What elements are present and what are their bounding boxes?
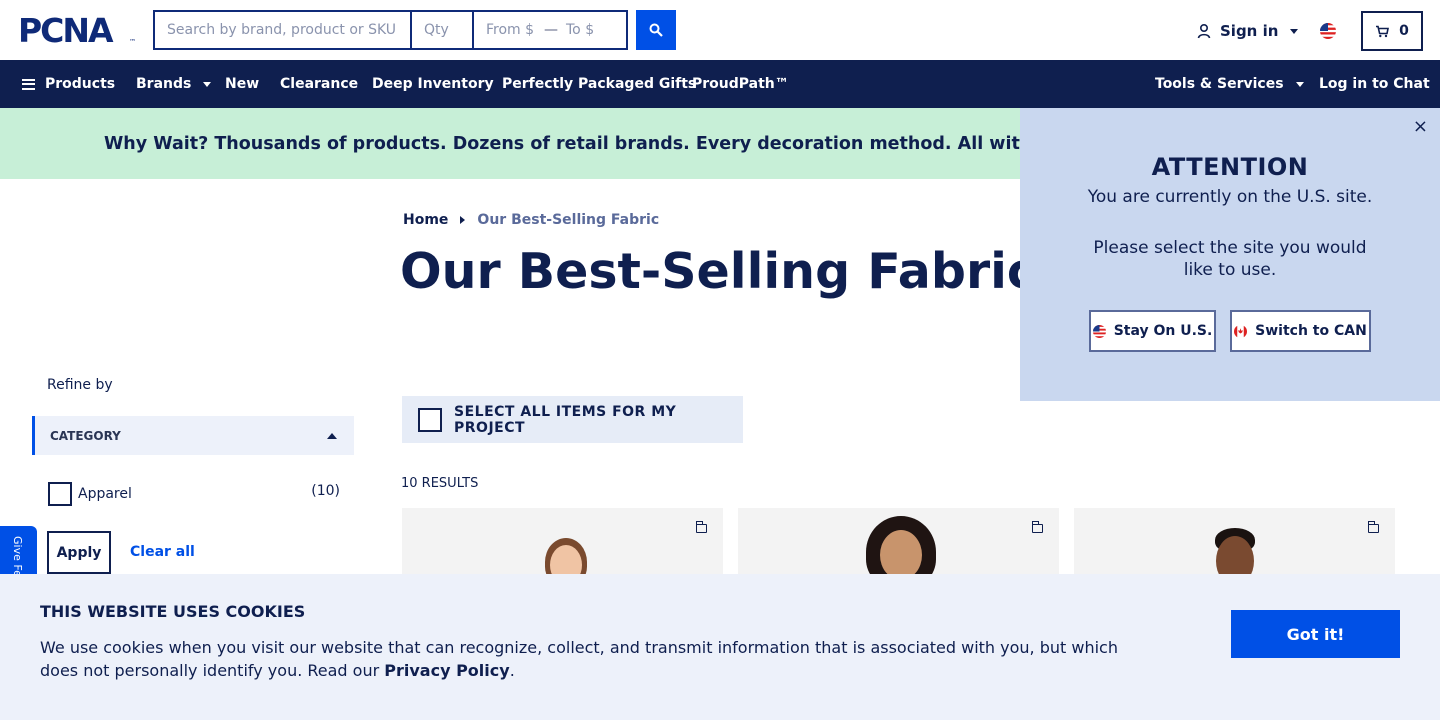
dialog-title: ATTENTION: [1151, 153, 1309, 181]
select-all-label: SELECT ALL ITEMS FOR MY PROJECT: [454, 403, 677, 436]
category-option-label: Apparel: [78, 486, 132, 502]
switch-can-button[interactable]: Switch to CAN: [1230, 310, 1371, 352]
cookie-period: .: [509, 661, 515, 680]
switch-can-label: Switch to CAN: [1255, 323, 1367, 339]
nav-brands[interactable]: Brands: [136, 60, 212, 108]
product-image: [866, 516, 936, 580]
results-count: 10 RESULTS: [401, 476, 479, 491]
nav-tools-services[interactable]: Tools & Services: [1155, 60, 1304, 108]
nav-deep-inventory[interactable]: Deep Inventory: [372, 60, 494, 108]
close-icon[interactable]: ×: [1413, 116, 1428, 137]
us-flag-icon[interactable]: [1320, 23, 1336, 39]
product-card[interactable]: [738, 508, 1059, 580]
chevron-right-icon: [460, 216, 466, 224]
header: PCNA ™ Search by brand, product or SKU Q…: [0, 0, 1440, 60]
refine-by-label: Refine by: [47, 377, 113, 393]
search-input[interactable]: Search by brand, product or SKU: [155, 12, 412, 48]
nav-new[interactable]: New: [225, 60, 259, 108]
select-all-checkbox[interactable]: [418, 407, 442, 432]
add-to-project-icon[interactable]: [1367, 521, 1379, 533]
cookie-banner: THIS WEBSITE USES COOKIES We use cookies…: [0, 574, 1440, 720]
nav-proudpath[interactable]: ProudPath™: [692, 60, 789, 108]
category-option-apparel[interactable]: Apparel (10): [48, 482, 340, 506]
chevron-up-icon: [327, 433, 337, 439]
dialog-prompt: Please select the site you would like to…: [1093, 238, 1367, 280]
feedback-label: Give Fe: [11, 536, 24, 577]
quantity-input[interactable]: Qty: [412, 12, 474, 48]
category-option-count: (10): [311, 483, 340, 499]
cookie-text: We use cookies when you visit our websit…: [40, 636, 1140, 682]
cart-button[interactable]: 0: [1361, 11, 1423, 51]
sign-in-menu[interactable]: Sign in: [1196, 20, 1299, 42]
search-form: Search by brand, product or SKU Qty From…: [153, 10, 628, 50]
site-selector-dialog: × ATTENTION You are currently on the U.S…: [1020, 108, 1440, 401]
clear-all-link[interactable]: Clear all: [130, 544, 195, 560]
chevron-down-icon: [1295, 81, 1304, 87]
logo-trademark: ™: [129, 38, 136, 46]
cart-count: 0: [1399, 23, 1409, 39]
apparel-checkbox[interactable]: [48, 482, 72, 506]
logo-text: PCNA: [18, 11, 114, 50]
hamburger-icon: [22, 78, 35, 90]
canada-flag-icon: [1234, 324, 1248, 338]
nav-tools-label: Tools & Services: [1155, 76, 1284, 92]
cookie-title: THIS WEBSITE USES COOKIES: [40, 602, 306, 621]
price-from-input[interactable]: From $: [474, 12, 536, 48]
dialog-message: You are currently on the U.S. site.: [1087, 187, 1373, 207]
apply-filters-button[interactable]: Apply: [47, 531, 111, 574]
accept-cookies-button[interactable]: Got it!: [1231, 610, 1400, 658]
search-icon: [649, 23, 663, 37]
search-button[interactable]: [636, 10, 676, 50]
breadcrumb-current: Our Best-Selling Fabric: [477, 212, 660, 228]
nav-products[interactable]: Products: [22, 60, 115, 108]
pcna-logo[interactable]: PCNA ™: [18, 14, 136, 48]
chevron-down-icon: [1290, 28, 1299, 34]
product-card[interactable]: [1074, 508, 1395, 580]
add-to-project-icon[interactable]: [695, 521, 707, 533]
breadcrumb: Home Our Best-Selling Fabric: [403, 212, 659, 228]
stay-us-label: Stay On U.S.: [1113, 323, 1213, 339]
user-icon: [1197, 23, 1211, 39]
nav-brands-label: Brands: [136, 76, 192, 92]
privacy-policy-link[interactable]: Privacy Policy: [384, 661, 509, 680]
add-to-project-icon[interactable]: [1031, 521, 1043, 533]
nav-clearance[interactable]: Clearance: [280, 60, 358, 108]
category-header-label: CATEGORY: [50, 428, 121, 443]
main-nav: Products Brands New Clearance Deep Inven…: [0, 60, 1440, 108]
breadcrumb-home[interactable]: Home: [403, 212, 448, 228]
nav-products-label: Products: [45, 76, 116, 92]
stay-us-button[interactable]: Stay On U.S.: [1089, 310, 1216, 352]
nav-gifts[interactable]: Perfectly Packaged Gifts: [502, 60, 696, 108]
price-range-dash: —: [544, 22, 558, 38]
select-all-bar[interactable]: SELECT ALL ITEMS FOR MY PROJECT: [402, 396, 743, 443]
page-title: Our Best-Selling Fabric: [400, 243, 1036, 300]
promo-text[interactable]: Why Wait? Thousands of products. Dozens …: [104, 134, 1145, 154]
nav-chat-login[interactable]: Log in to Chat: [1319, 60, 1430, 108]
price-to-input[interactable]: To $: [564, 12, 624, 48]
product-image: [1214, 528, 1256, 580]
product-card[interactable]: [402, 508, 723, 580]
cart-icon: [1376, 25, 1390, 37]
cookie-body: We use cookies when you visit our websit…: [40, 638, 1118, 680]
us-flag-icon: [1092, 324, 1106, 338]
chevron-down-icon: [203, 81, 212, 87]
category-filter-header[interactable]: CATEGORY: [32, 416, 354, 455]
sign-in-label: Sign in: [1220, 22, 1279, 40]
give-feedback-tab[interactable]: Give Fe: [0, 526, 37, 578]
